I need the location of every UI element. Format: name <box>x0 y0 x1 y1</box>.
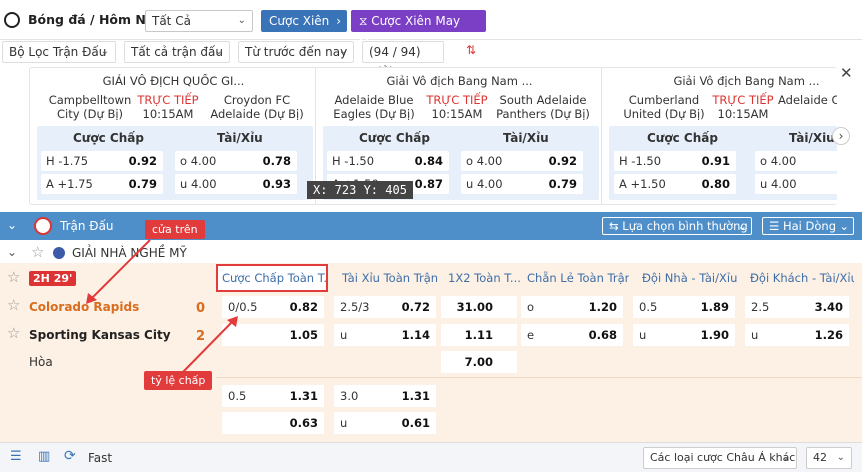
annotation-arrows <box>86 239 238 373</box>
bet-type-value: Các loại cược Châu Á khác <box>650 451 796 464</box>
chevron-down-icon: ⌄ <box>836 452 845 463</box>
bet-type-select[interactable]: Các loại cược Châu Á khác ⌄ <box>643 447 797 469</box>
stake-value: 42 <box>813 451 827 464</box>
fast-toggle[interactable]: Fast <box>88 451 112 465</box>
bet-slip-icon[interactable]: ☰ <box>10 449 22 464</box>
chevron-down-icon: ⌄ <box>781 452 790 463</box>
footer-bar: ☰ ▥ ⟳ Fast Các loại cược Châu Á khác ⌄ 42… <box>0 442 862 472</box>
stake-select[interactable]: 42 ⌄ <box>806 447 852 469</box>
stats-icon[interactable]: ▥ <box>38 449 50 464</box>
refresh-icon[interactable]: ⟳ <box>64 448 76 464</box>
